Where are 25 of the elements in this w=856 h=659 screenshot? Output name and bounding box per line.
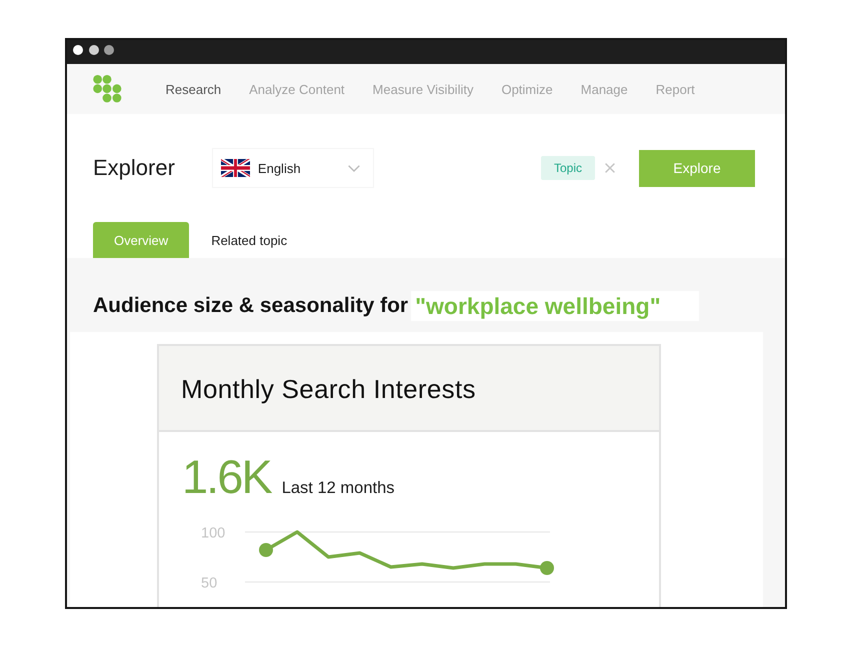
card-title: Monthly Search Interests: [181, 374, 476, 405]
nav-link[interactable]: Manage: [580, 82, 628, 96]
y-tick-label: 100: [201, 526, 226, 542]
page-title: Explorer: [93, 155, 175, 181]
nav-link[interactable]: Research: [166, 82, 222, 96]
topic-keyword: "workplace wellbeing": [411, 291, 700, 321]
metric-value: 1.6K: [182, 453, 271, 500]
metric-period: Last 12 months: [282, 480, 395, 496]
nav-link[interactable]: Analyze Content: [249, 82, 345, 96]
end-point-marker: [259, 543, 273, 557]
close-icon[interactable]: [605, 163, 615, 173]
nav-link[interactable]: Optimize: [501, 82, 553, 96]
section-heading: Audience size & seasonality for: [93, 294, 408, 318]
nav-link[interactable]: Measure Visibility: [372, 82, 474, 96]
tab[interactable]: Overview: [93, 222, 190, 258]
flag-icon: [220, 159, 250, 177]
language-dropdown[interactable]: English: [212, 148, 374, 188]
y-tick-label: 50: [201, 576, 218, 592]
tab[interactable]: Related topic: [190, 222, 308, 258]
topic-tag: Topic: [541, 156, 595, 180]
logo-icon: [93, 75, 122, 103]
end-point-marker: [540, 561, 554, 575]
chevron-down-icon: [348, 164, 360, 172]
nav-link[interactable]: Report: [656, 82, 695, 96]
explore-button[interactable]: Explore: [639, 150, 755, 186]
